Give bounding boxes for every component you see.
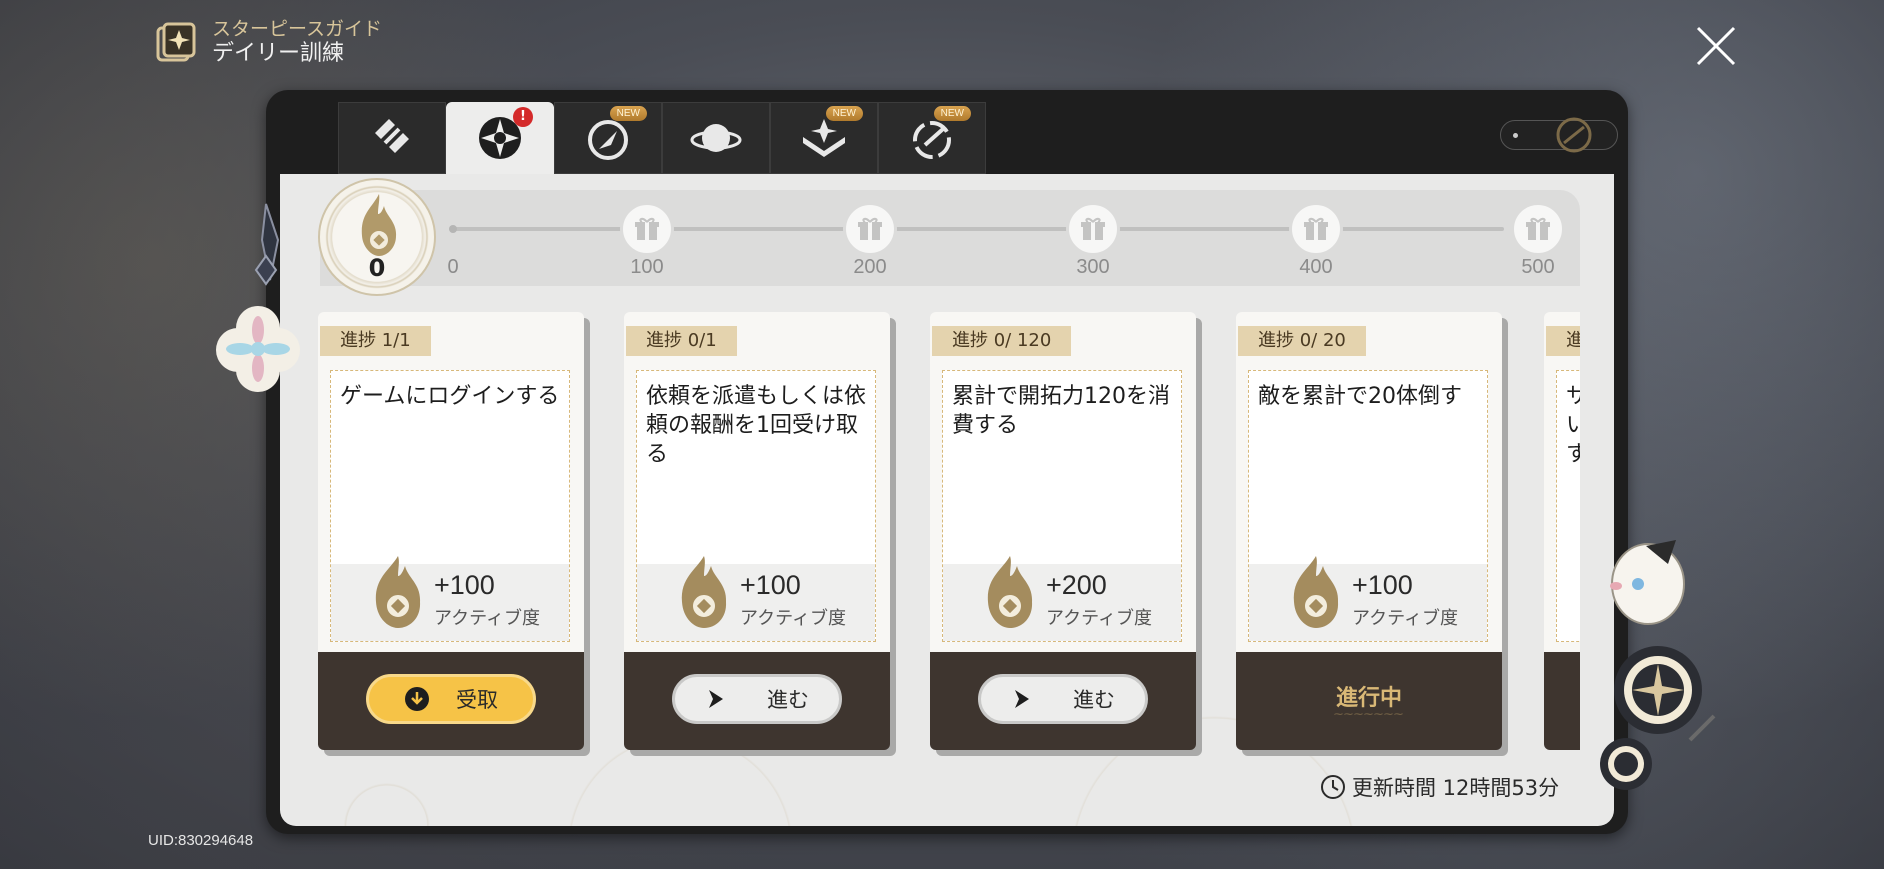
- milestone-gift-200[interactable]: [843, 202, 897, 256]
- go-button[interactable]: 進む: [672, 674, 842, 724]
- task-card-trailblaze: 進捗 0/ 120 累計で開拓力120を消費する +200 アクティブ度 進む: [930, 312, 1196, 750]
- reward-unit: アクティブ度: [740, 608, 847, 629]
- new-badge: NEW: [609, 106, 647, 121]
- gift-icon: [1526, 217, 1550, 240]
- go-arrow-icon: [1015, 690, 1029, 708]
- gift-icon: [858, 217, 882, 240]
- task-card-footer: [1544, 652, 1580, 750]
- new-badge: NEW: [825, 106, 863, 121]
- gift-icon: [1304, 217, 1328, 240]
- task-card-dispatch: 進捗 0/1 依頼を派遣もしくは依頼の報酬を1回受け取る +100 アクティブ度…: [624, 312, 890, 750]
- go-button[interactable]: 進む: [978, 674, 1148, 724]
- top-right-pill[interactable]: [1500, 117, 1618, 153]
- header-subtitle: スターピースガイド: [212, 18, 383, 40]
- tab-bar: ! NEW NEW NEW: [338, 102, 986, 174]
- milestone-gift-500[interactable]: [1511, 202, 1565, 256]
- reward-amount: +100: [1352, 570, 1413, 600]
- milestone-gift-300[interactable]: [1066, 202, 1120, 256]
- star-guide-icon: [156, 22, 196, 62]
- task-card-footer: 進む: [930, 652, 1196, 750]
- task-card-body: 進捗 0/ 20 敵を累計で20体倒す +100 アクティブ度: [1236, 312, 1502, 652]
- reward-unit: アクティブ度: [1046, 608, 1153, 629]
- task-progress: 進捗 1/1: [320, 326, 431, 356]
- gift-icon: [635, 217, 659, 240]
- activity-flame-icon: [987, 556, 1033, 628]
- emblem-icon: [1556, 117, 1592, 153]
- clock-icon: [1321, 775, 1345, 799]
- page-title: デイリー訓練: [212, 41, 345, 66]
- task-progress: 進捗 0/ 120: [932, 326, 1072, 356]
- new-badge: NEW: [933, 106, 971, 121]
- milestone-gift-400[interactable]: [1289, 202, 1343, 256]
- claim-label: 受取: [456, 688, 498, 712]
- track-line: [452, 227, 1504, 231]
- task-progress: 進捗 0/1: [626, 326, 737, 356]
- flower-ornament-icon: [216, 203, 300, 392]
- task-card-defeat-enemies: 進捗 0/ 20 敵を累計で20体倒す +100 アクティブ度 進行中 ⁓⁓⁓⁓…: [1236, 312, 1502, 750]
- task-card-body: 進捗 0/1 依頼を派遣もしくは依頼の報酬を1回受け取る +100 アクティブ度: [624, 312, 890, 652]
- activity-track: [320, 190, 1580, 286]
- task-description: 累計で開拓力120を消費する: [952, 384, 1170, 438]
- task-card-body: 進 サいす: [1544, 312, 1580, 652]
- go-arrow-icon: [709, 690, 723, 708]
- task-description: ゲームにログインする: [340, 384, 560, 409]
- tab-ticket[interactable]: [338, 102, 446, 174]
- tab-book[interactable]: NEW: [770, 102, 878, 174]
- tab-compass[interactable]: NEW: [554, 102, 662, 174]
- activity-flame-icon: [1293, 556, 1339, 628]
- track-label-start: 0: [447, 256, 459, 278]
- task-card-body: 進捗 0/ 120 累計で開拓力120を消費する +200 アクティブ度: [930, 312, 1196, 652]
- tab-daily-training[interactable]: !: [446, 102, 554, 174]
- activity-flame-icon: [681, 556, 727, 628]
- close-icon[interactable]: [1692, 22, 1740, 70]
- page-header: スターピースガイド デイリー訓練: [152, 18, 382, 68]
- track-label: 100: [630, 256, 664, 278]
- planet-icon: [690, 124, 742, 152]
- go-label: 進む: [767, 688, 809, 712]
- activity-score: 0: [368, 254, 386, 282]
- task-card-partial: 進 サいす: [1544, 312, 1580, 750]
- in-progress-status: 進行中: [1335, 686, 1402, 711]
- reward-amount: +100: [434, 570, 495, 600]
- reward-unit: アクティブ度: [1352, 608, 1459, 629]
- task-progress: 進捗 0/ 20: [1238, 326, 1366, 356]
- alert-badge: !: [513, 107, 533, 127]
- user-id: UID:830294648: [148, 832, 254, 849]
- task-progress: 進: [1546, 326, 1580, 356]
- task-card-footer: 進行中 ⁓⁓⁓⁓⁓⁓⁓: [1236, 652, 1502, 750]
- track-label: 400: [1299, 256, 1333, 278]
- gift-icon: [1081, 217, 1105, 240]
- track-label: 300: [1076, 256, 1110, 278]
- milestone-gift-100[interactable]: [620, 202, 674, 256]
- refresh-text: 更新時間 12時間53分: [1352, 776, 1560, 800]
- mascot-flower-ornament-icon: [1600, 540, 1716, 790]
- pill-dot: [1513, 132, 1518, 138]
- task-description: 敵を累計で20体倒す: [1258, 384, 1462, 409]
- download-arrow-icon: [405, 687, 429, 711]
- task-card-footer: 進む: [624, 652, 890, 750]
- task-card-footer: 受取: [318, 652, 584, 750]
- ticket-icon: [375, 119, 409, 153]
- reward-amount: +100: [740, 570, 801, 600]
- task-card-body: 進捗 1/1 ゲームにログインする +100 アクティブ度: [318, 312, 584, 652]
- task-description: 依頼を派遣もしくは依頼の報酬を1回受け取る: [646, 384, 867, 467]
- track-label: 500: [1521, 256, 1555, 278]
- go-label: 進む: [1073, 688, 1115, 712]
- activity-flame-icon: [375, 556, 421, 628]
- task-description: サいす: [1566, 384, 1580, 467]
- in-progress-glyph-deco: ⁓⁓⁓⁓⁓⁓⁓: [1334, 710, 1404, 720]
- tab-target[interactable]: NEW: [878, 102, 986, 174]
- track-label: 200: [853, 256, 887, 278]
- reward-unit: アクティブ度: [434, 608, 541, 629]
- tab-planet[interactable]: [662, 102, 770, 174]
- task-card-login: 進捗 1/1 ゲームにログインする +100 アクティブ度 受取: [318, 312, 584, 750]
- claim-button[interactable]: 受取: [366, 674, 536, 724]
- refresh-timer: 更新時間 12時間53分: [1320, 772, 1559, 802]
- track-start-dot: [449, 225, 457, 233]
- reward-amount: +200: [1046, 570, 1107, 600]
